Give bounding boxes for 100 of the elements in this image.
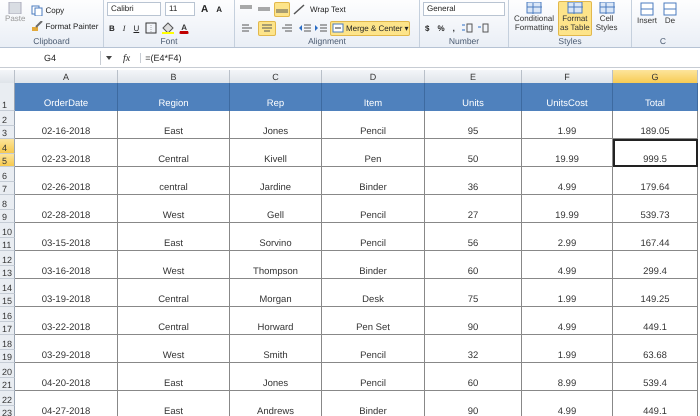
table-cell: Morgan [230,279,322,307]
row-header[interactable]: 8 [0,195,15,210]
dropdown-caret-icon [105,55,113,61]
row-header[interactable]: 10 [0,223,15,238]
styles-button[interactable]: Cell Styles [594,1,620,36]
increase-decimal-icon [460,23,473,33]
row-header[interactable]: 22 [0,391,15,406]
row-header[interactable]: 6 [0,167,15,182]
row-header[interactable]: 15 [0,294,15,307]
cells-button[interactable]: Insert [635,1,660,36]
italic-button[interactable]: I [120,20,128,36]
table-cell: 4.99 [522,251,613,279]
clipboard-icon [6,2,24,14]
row-header[interactable]: 16 [0,307,15,322]
row-header[interactable]: 9 [0,210,15,223]
font-size-field[interactable]: 11 [165,2,195,16]
row-header[interactable]: 19 [0,350,15,363]
table-cell: Pencil [322,223,425,251]
paintbrush-icon [31,21,44,32]
table-cell: 539.73 [613,195,698,223]
row-header[interactable]: 18 [0,335,15,350]
table-cell: Horward [230,307,322,335]
row-header[interactable]: 17 [0,322,15,335]
caret-icon: ▾ [404,24,408,32]
row-header[interactable]: 20 [0,363,15,378]
table-cell: Central [118,279,230,307]
number-format-button[interactable]: % [435,20,447,36]
row-header[interactable]: 1 [0,83,15,111]
table-cell: 19.99 [522,195,613,223]
table-cell: Pen [322,139,425,167]
row-header[interactable]: 7 [0,182,15,195]
number-format-button[interactable]: , [450,20,457,36]
grid-icon [663,2,678,16]
table-cell: Pencil [322,111,425,139]
group-label: Number [448,36,480,47]
orientation-icon [292,3,306,15]
name-box[interactable]: G4 [0,51,101,65]
styles-button[interactable]: Conditional Formatting [512,1,556,36]
table-cell: 02-23-2018 [15,139,118,167]
table-cell: 04-27-2018 [15,391,118,416]
table-cell: Pencil [322,335,425,363]
table-cell: 999.5 [613,139,698,167]
table-cell: 04-20-2018 [15,363,118,391]
shrink-font-button[interactable]: A [214,2,224,16]
merge-center-button[interactable]: Merge & Center ▾ [330,20,410,36]
row-header[interactable]: 5 [0,154,15,167]
header-cell: Units [425,83,522,111]
table-cell: Desk [322,279,425,307]
header-cell: OrderDate [15,83,118,111]
number-format-button[interactable]: $ [423,20,432,36]
row-header[interactable]: 12 [0,251,15,266]
table-cell: Central [118,307,230,335]
table-cell: East [118,111,230,139]
table-cell: 03-15-2018 [15,223,118,251]
table-cell: Binder [322,391,425,416]
table-icon [526,2,542,14]
bold-button[interactable]: B [107,20,117,36]
table-cell: Jones [230,363,322,391]
row-header[interactable]: 2 [0,111,15,126]
table-cell: West [118,195,230,223]
table-cell: Andrews [230,391,322,416]
table-cell: 449.1 [613,307,698,335]
font-family-field[interactable]: Calibri [107,2,161,16]
increase-indent-icon [314,23,328,33]
grow-font-button[interactable]: A [199,2,210,16]
format-painter-button[interactable]: Format Painter [29,19,100,34]
table-cell: 2.99 [522,223,613,251]
group-label: C [658,36,668,47]
header-cell: UnitsCost [522,83,613,111]
number-format-field[interactable]: General [423,2,505,16]
group-label: Font [159,36,178,47]
row-header[interactable]: 4 [0,139,15,154]
table-cell: Pencil [322,363,425,391]
wrap-text-button[interactable]: Wrap Text [308,2,348,16]
row-header[interactable]: 13 [0,266,15,279]
table-cell: 1.99 [522,335,613,363]
table-cell: 4.99 [522,391,613,416]
cells-button[interactable]: De [661,1,680,36]
table-cell: Sorvino [230,223,322,251]
header-cell: Item [322,83,425,111]
row-header[interactable]: 21 [0,378,15,391]
horizontal-align-button[interactable] [258,20,276,36]
table-cell: Jones [230,111,322,139]
function-button[interactable]: fx [117,52,136,64]
table-cell: Thompson [230,251,322,279]
styles-button[interactable]: Format as Table [558,1,592,36]
row-header[interactable]: 3 [0,126,15,139]
underline-button[interactable]: U [131,20,142,36]
row-header[interactable]: 11 [0,238,15,251]
copy-button[interactable]: Copy [29,3,100,18]
table-cell: 56 [425,223,522,251]
font-color-button[interactable]: A [179,22,190,34]
table-cell: 1.99 [522,279,613,307]
table-cell: 167.44 [613,223,698,251]
row-header[interactable]: 23 [0,406,15,416]
table-cell: 60 [425,251,522,279]
row-header[interactable]: 14 [0,279,15,294]
table-cell: 03-16-2018 [15,251,118,279]
vertical-align-button[interactable] [274,2,290,16]
formula-field[interactable]: =(E4*F4) [140,53,700,63]
